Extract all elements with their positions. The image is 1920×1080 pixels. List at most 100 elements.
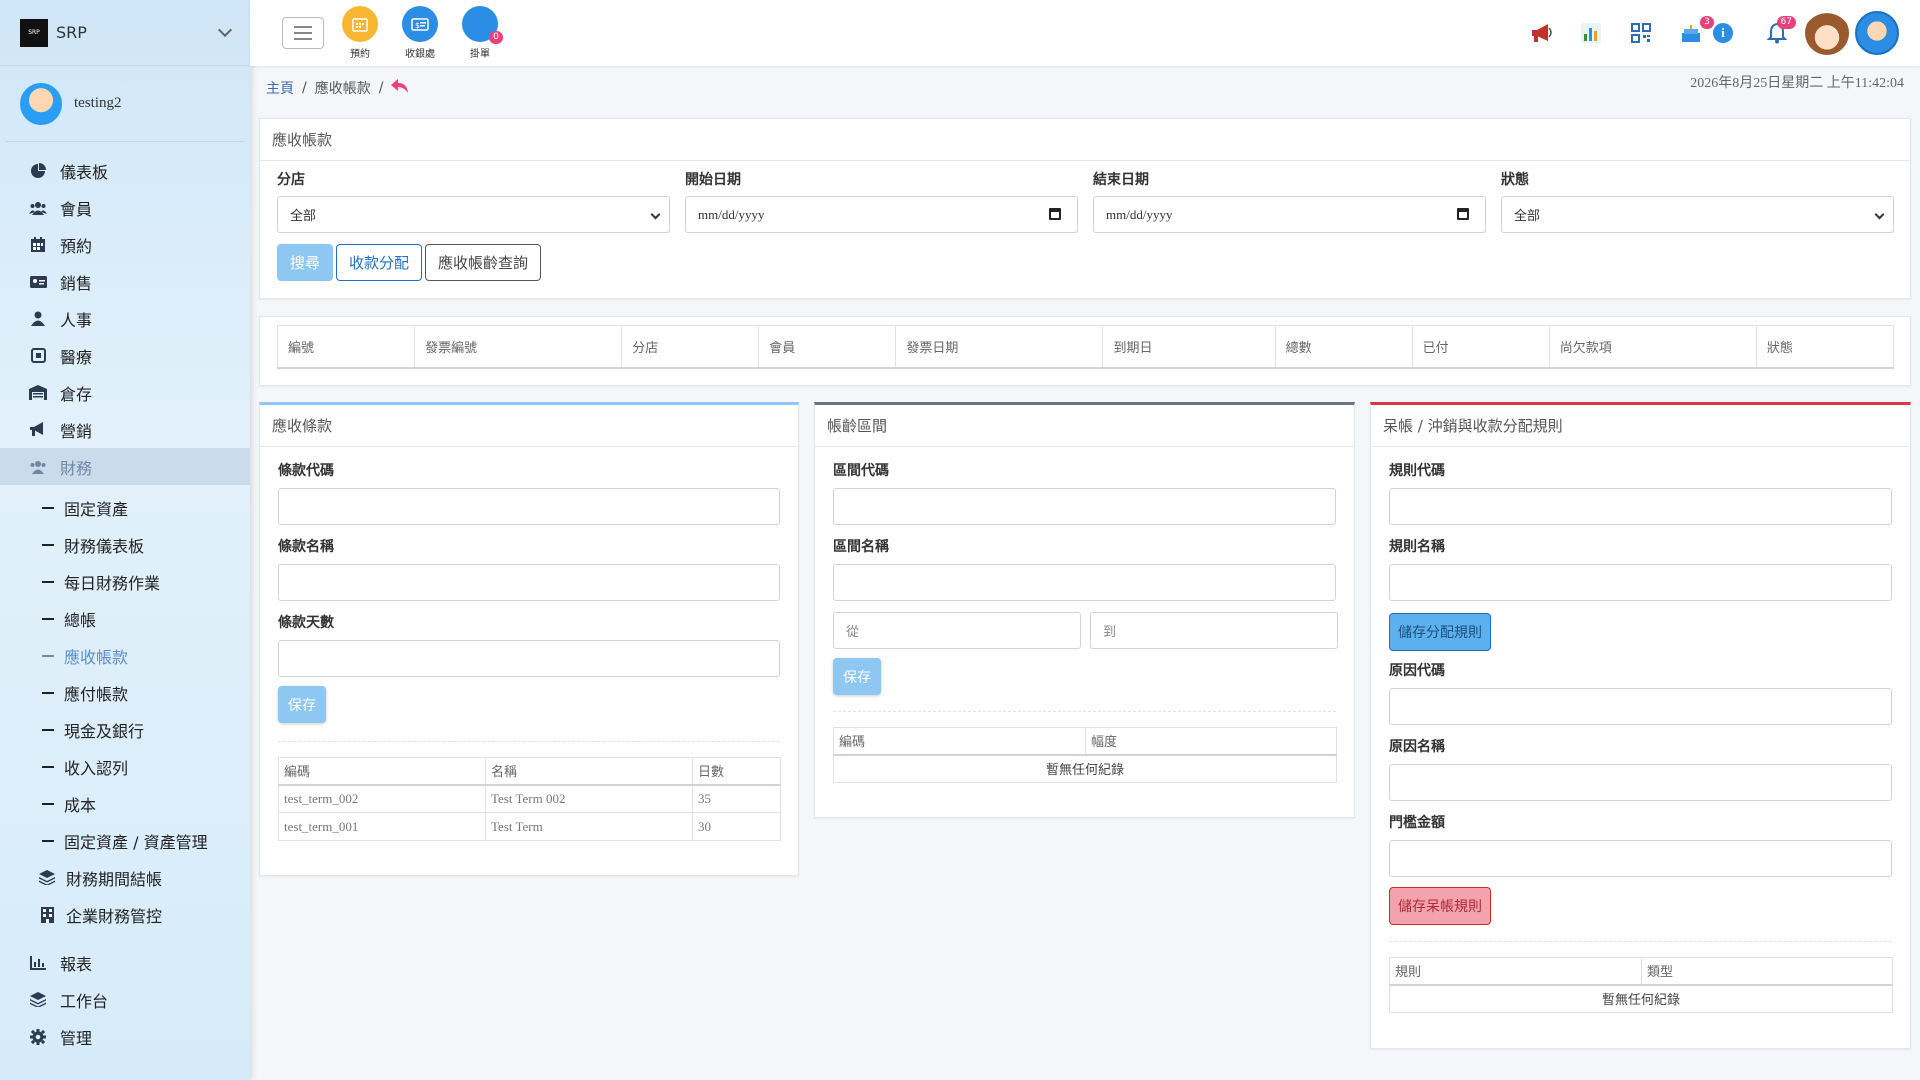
aging-to-input[interactable]: 到 [1090,612,1338,649]
megaphone-icon[interactable] [1516,8,1566,58]
rules-table: 規則 類型 暫無任何紀錄 [1389,957,1893,1013]
column-header[interactable]: 名稱 [485,757,693,786]
statistics-icon[interactable] [1566,8,1616,58]
column-header[interactable]: 日數 [692,757,781,786]
table-row[interactable]: test_term_001 Test Term 30 [278,812,781,841]
column-header[interactable]: 到期日 [1102,325,1276,369]
sidebar-subitem-finance-dashboard[interactable]: 財務儀表板 [0,526,250,563]
calendar-icon[interactable] [1457,208,1469,220]
qr-code-icon[interactable] [1616,8,1666,58]
sidebar-item-finance[interactable]: 財務 [0,448,250,485]
column-header[interactable]: 已付 [1411,325,1550,369]
sidebar-item-label: 醫療 [60,347,93,367]
sidebar-item-sales[interactable]: 銷售 [0,263,250,300]
save-allocation-rule-button[interactable]: 儲存分配規則 [1389,613,1491,651]
column-header[interactable]: 會員 [758,325,897,369]
quick-booking[interactable]: 預約 [330,6,390,60]
sidebar-subitem-period-closing[interactable]: 財務期間結帳 [0,859,250,896]
sidebar-item-workbench[interactable]: 工作台 [0,981,250,1018]
sidebar-subitem-daily-ops[interactable]: 每日財務作業 [0,563,250,600]
sidebar-subitem-asset-management[interactable]: 固定資產 / 資產管理 [0,822,250,859]
rule-name-input[interactable] [1389,564,1892,601]
brand-header[interactable]: SRP SRP [0,0,250,66]
sidebar-subitem-cost[interactable]: 成本 [0,785,250,822]
start-date-input[interactable]: mm/dd/yyyy [685,196,1078,233]
rule-code-input[interactable] [1389,488,1892,525]
menu-toggle-button[interactable] [282,17,324,49]
sidebar-item-marketing[interactable]: 營銷 [0,411,250,448]
chevron-down-icon[interactable] [217,22,233,38]
sidebar-subitem-general-ledger[interactable]: 總帳 [0,600,250,637]
breadcrumb-home[interactable]: 主頁 [266,78,294,98]
allocation-button[interactable]: 收款分配 [336,244,423,281]
column-header[interactable]: 編碼 [278,757,486,786]
info-icon[interactable]: i [1708,8,1738,58]
sidebar-item-hr[interactable]: 人事 [0,300,250,337]
column-header[interactable]: 分店 [621,325,760,369]
term-code-input[interactable] [278,488,780,525]
column-header[interactable]: 幅度 [1085,727,1337,756]
status-select-value: 全部 [1514,208,1541,223]
column-header[interactable]: 類型 [1641,957,1893,986]
quick-cashier[interactable]: $ 收銀處 [390,6,450,60]
quick-hold-order[interactable]: 0 掛單 [450,6,510,60]
aging-name-input[interactable] [833,564,1336,601]
table-row[interactable]: test_term_002 Test Term 002 35 [278,784,781,813]
dash-icon [42,543,54,546]
sidebar-item-warehouse[interactable]: 倉存 [0,374,250,411]
column-header[interactable]: 編碼 [833,727,1086,756]
sidebar-item-members[interactable]: 會員 [0,189,250,226]
sidebar-item-medical[interactable]: 醫療 [0,337,250,374]
aging-query-button[interactable]: 應收帳齡查詢 [425,244,542,281]
branch-select[interactable]: 全部 [277,196,670,233]
bell-icon[interactable]: 67 [1752,8,1802,58]
save-term-button[interactable]: 保存 [278,686,326,723]
reason-code-input[interactable] [1389,688,1892,725]
sidebar-subitem-enterprise-control[interactable]: 企業財務管控 [0,896,250,933]
sidebar-subitem-revenue-recognition[interactable]: 收入認列 [0,748,250,785]
user-avatar[interactable] [1852,8,1902,58]
save-bad-debt-rule-button[interactable]: 儲存呆帳規則 [1389,887,1491,925]
search-button[interactable]: 搜尋 [277,244,333,281]
reason-name-input[interactable] [1389,764,1892,801]
user-panel[interactable]: testing2 [6,66,244,142]
sidebar-subitem-label: 每日財務作業 [64,573,161,593]
back-arrow-icon[interactable] [391,79,409,97]
sidebar-item-admin[interactable]: 管理 [0,1018,250,1055]
term-name-input[interactable] [278,564,780,601]
sidebar-item-booking[interactable]: 預約 [0,226,250,263]
term-days-input[interactable] [278,640,780,677]
terms-table-header-row: 編碼 名稱 日數 [278,757,781,786]
sidebar-item-dashboard[interactable]: 儀表板 [0,152,250,189]
sidebar-item-reports[interactable]: 報表 [0,944,250,981]
sidebar-subitem-cash-bank[interactable]: 現金及銀行 [0,711,250,748]
column-header[interactable]: 發票日期 [895,325,1104,369]
status-select[interactable]: 全部 [1501,196,1894,233]
threshold-input[interactable] [1389,840,1892,877]
aging-from-input[interactable]: 從 [833,612,1081,649]
column-header[interactable]: 尚欠款項 [1548,325,1757,369]
chevron-down-icon [1874,209,1885,220]
calendar-icon[interactable] [1049,208,1061,220]
ar-table: 編號 發票編號 分店 會員 發票日期 到期日 總數 已付 尚欠款項 狀態 [276,325,1895,369]
sidebar-subitem-label: 總帳 [64,610,97,630]
column-header[interactable]: 總數 [1274,325,1413,369]
column-header[interactable]: 狀態 [1755,325,1895,369]
term-days-group: 條款天數 [278,612,780,677]
divider [833,711,1336,712]
sidebar-item-label: 會員 [60,199,93,219]
column-header[interactable]: 編號 [276,325,416,369]
end-date-input[interactable]: mm/dd/yyyy [1093,196,1486,233]
sidebar-subitem-accounts-payable[interactable]: 應付帳款 [0,674,250,711]
save-aging-button[interactable]: 保存 [833,658,881,695]
dash-icon [42,802,54,805]
start-date-placeholder: mm/dd/yyyy [698,206,765,222]
aging-code-input[interactable] [833,488,1336,525]
character-avatar[interactable] [1802,8,1852,58]
sidebar-subitem-fixed-assets[interactable]: 固定資產 [0,489,250,526]
sidebar-subitem-accounts-receivable[interactable]: 應收帳款 [0,637,250,674]
breadcrumb-separator: / [302,80,307,96]
column-header[interactable]: 規則 [1389,957,1642,986]
user-name: testing2 [74,95,122,111]
column-header[interactable]: 發票編號 [414,325,623,369]
